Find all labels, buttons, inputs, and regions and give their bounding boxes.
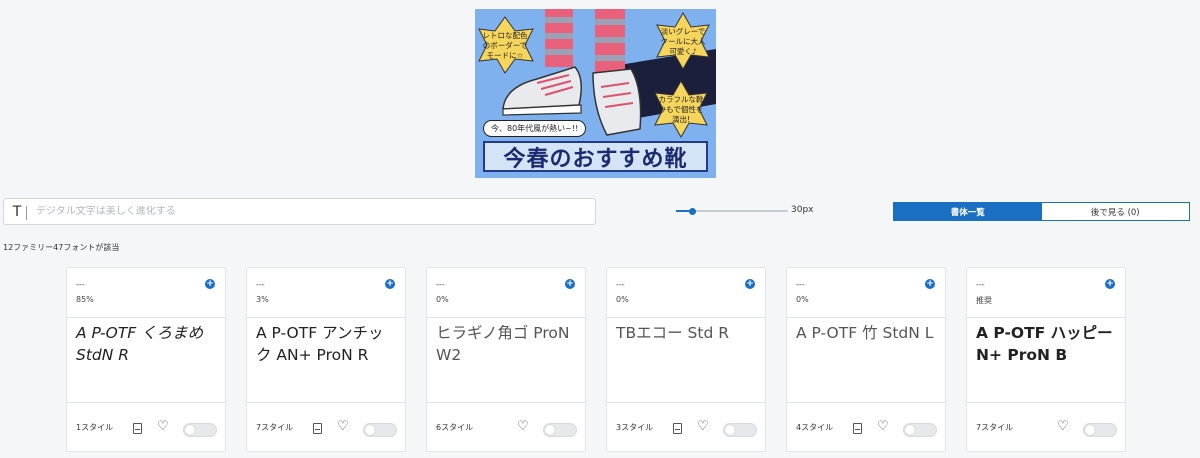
star-caption-right-bottom: カラフルな靴ひもで個性を演出! [658,95,704,124]
activate-toggle[interactable] [903,423,937,437]
sample-text-input[interactable] [30,206,595,217]
tab-watch-later[interactable]: 後で見る (0) [1041,203,1189,220]
font-card-name: --- [436,280,445,289]
tab-font-list[interactable]: 書体一覧 [894,203,1042,220]
font-size-slider[interactable] [676,205,788,217]
plus-circle-icon[interactable]: + [1105,279,1115,289]
activate-toggle[interactable] [183,423,217,437]
plus-circle-icon[interactable]: + [385,279,395,289]
style-count: 7スタイル [976,423,1014,432]
font-card[interactable]: --- 推奨 + A P-OTF ハッピー N+ ProN B 7スタイル ♡ [966,267,1126,452]
font-card[interactable]: --- 0% + A P-OTF 竹 StdN L 4スタイル ♡ [786,267,946,452]
result-count: 12ファミリー47フォントが該当 [3,243,120,252]
file-icon[interactable] [313,423,322,434]
font-sample-text: A P-OTF アンチック AN+ ProN R [247,318,405,403]
font-card-meta: 85% [76,295,94,304]
font-card-name: --- [796,280,805,289]
activate-toggle[interactable] [1083,423,1117,437]
slider-handle[interactable] [689,208,696,215]
font-card[interactable]: --- 0% + TBエコー Std R 3スタイル ♡ [606,267,766,452]
star-caption-left: レトロな配色のボーダーでモードに☆ [482,31,528,60]
font-card-meta: 推奨 [976,296,992,305]
sample-text-input-container[interactable]: T [3,198,596,225]
plus-circle-icon[interactable]: + [205,279,215,289]
banner-title: 今春のおすすめ靴 [483,141,708,172]
banner-image[interactable]: レトロな配色のボーダーでモードに☆ 淡いグレーでクールに大人可愛く♪ カラフルな… [475,9,716,178]
font-card-name: --- [76,280,85,289]
heart-icon[interactable]: ♡ [517,420,529,433]
style-count: 6スタイル [436,423,474,432]
font-sample-text: A P-OTF ハッピー N+ ProN B [967,318,1125,403]
activate-toggle[interactable] [723,423,757,437]
plus-circle-icon[interactable]: + [565,279,575,289]
font-card[interactable]: --- 3% + A P-OTF アンチック AN+ ProN R 7スタイル … [246,267,406,452]
font-sample-text: A P-OTF 竹 StdN L [787,318,945,403]
style-count: 4スタイル [796,423,834,432]
activate-toggle[interactable] [363,423,397,437]
font-card-name: --- [976,280,985,289]
font-card[interactable]: --- 0% + ヒラギノ角ゴ ProN W2 6スタイル ♡ [426,267,586,452]
view-tabs: 書体一覧 後で見る (0) [893,202,1190,221]
heart-icon[interactable]: ♡ [877,420,889,433]
file-icon[interactable] [133,423,142,434]
font-card-meta: 0% [796,295,809,304]
heart-icon[interactable]: ♡ [1057,420,1069,433]
heart-icon[interactable]: ♡ [697,420,709,433]
font-sample-text: TBエコー Std R [607,318,765,403]
file-icon[interactable] [673,423,682,434]
font-card-meta: 0% [616,295,629,304]
font-sample-text: A P-OTF くろまめ StdN R [67,318,225,403]
style-count: 7スタイル [256,423,294,432]
font-size-label: 30px [791,205,814,215]
activate-toggle[interactable] [543,423,577,437]
style-count: 1スタイル [76,423,114,432]
heart-icon[interactable]: ♡ [337,420,349,433]
plus-circle-icon[interactable]: + [925,279,935,289]
file-icon[interactable] [853,423,862,434]
font-card-name: --- [616,280,625,289]
heart-icon[interactable]: ♡ [157,420,169,433]
font-card-meta: 3% [256,295,269,304]
font-sample-text: ヒラギノ角ゴ ProN W2 [427,318,585,403]
font-card[interactable]: --- 85% + A P-OTF くろまめ StdN R 1スタイル ♡ [66,267,226,452]
plus-circle-icon[interactable]: + [745,279,755,289]
font-card-name: --- [256,280,265,289]
speech-bubble: 今、80年代風が熱い~!! [483,120,587,137]
text-icon: T [4,204,30,220]
style-count: 3スタイル [616,423,654,432]
star-caption-right-top: 淡いグレーでクールに大人可愛く♪ [660,27,706,56]
font-card-meta: 0% [436,295,449,304]
